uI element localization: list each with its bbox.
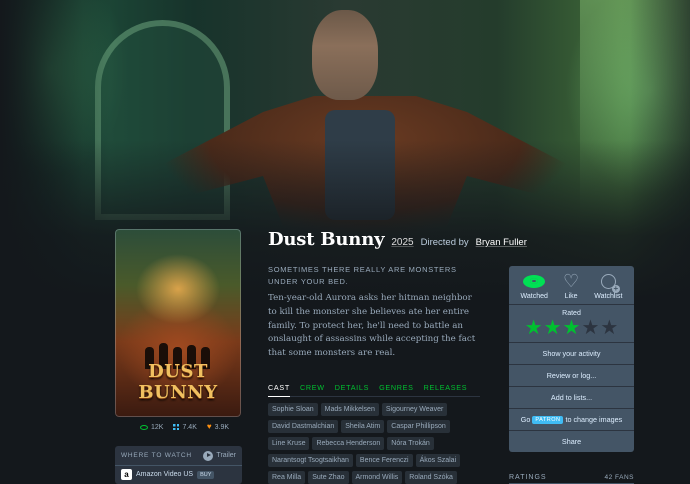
cast-member[interactable]: David Dastmalchian: [268, 420, 339, 433]
eye-icon: [140, 424, 148, 430]
cast-member[interactable]: Caspar Phillipson: [387, 420, 450, 433]
tab-crew[interactable]: CREW: [300, 383, 325, 392]
grid-icon: [173, 424, 180, 430]
ratings-heading: RATINGS: [509, 474, 547, 481]
rating-stars[interactable]: ★ ★ ★ ★ ★: [509, 317, 634, 342]
trailer-link[interactable]: Trailer: [203, 450, 236, 461]
cast-list: Sophie Sloan Mads Mikkelsen Sigourney We…: [268, 403, 483, 484]
watched-button[interactable]: Watched: [521, 272, 548, 300]
watched-stat[interactable]: 12K: [140, 423, 163, 431]
eye-icon: [523, 274, 546, 288]
tab-releases[interactable]: RELEASES: [424, 383, 468, 392]
actions-top: Watched ♡ Like Watchlist: [509, 266, 634, 304]
patron-row[interactable]: Go PATRON to change images: [509, 408, 634, 430]
cast-member[interactable]: Line Kruse: [268, 437, 310, 450]
change-images-label: to change images: [565, 415, 623, 424]
star-icon[interactable]: ★: [600, 318, 618, 338]
backdrop-image: [0, 0, 690, 300]
rating-section: Rated ★ ★ ★ ★ ★: [509, 304, 634, 342]
where-to-watch-header: WHERE TO WATCH Trailer: [115, 446, 242, 466]
star-icon[interactable]: ★: [581, 318, 599, 338]
film-title: Dust Bunny: [268, 229, 385, 250]
star-icon[interactable]: ★: [544, 318, 562, 338]
tab-cast[interactable]: CAST: [268, 383, 290, 397]
play-icon: [203, 450, 214, 461]
review-button[interactable]: Review or log...: [509, 364, 634, 386]
poster-title: DUST BUNNY: [138, 361, 218, 403]
star-icon[interactable]: ★: [525, 318, 543, 338]
amazon-icon: a: [121, 469, 132, 480]
cast-member[interactable]: Rebecca Henderson: [312, 437, 385, 450]
rated-label: Rated: [562, 310, 581, 317]
cast-member[interactable]: Rea Milla: [268, 471, 306, 484]
trailer-label: Trailer: [216, 452, 236, 459]
like-button[interactable]: ♡ Like: [563, 272, 579, 300]
go-label: Go: [520, 415, 531, 424]
clock-plus-icon: [600, 273, 620, 293]
show-activity-button[interactable]: Show your activity: [509, 342, 634, 364]
film-header: Dust Bunny 2025 Directed by Bryan Fuller: [268, 229, 527, 250]
film-stats: 12K 7.4K ♥ 3.9K: [140, 423, 229, 431]
likes-stat[interactable]: ♥ 3.9K: [207, 423, 229, 431]
add-to-lists-button[interactable]: Add to lists...: [509, 386, 634, 408]
where-to-watch-panel: WHERE TO WATCH Trailer a Amazon Video US…: [115, 446, 242, 484]
likes-count: 3.9K: [214, 423, 230, 431]
tab-details[interactable]: DETAILS: [335, 383, 369, 392]
service-name: Amazon Video US: [136, 471, 194, 478]
film-tabs: CAST CREW DETAILS GENRES RELEASES: [268, 383, 480, 397]
ratings-header: RATINGS 42 FANS: [509, 474, 634, 484]
cast-member[interactable]: Bence Ferenczi: [355, 454, 413, 467]
cast-member[interactable]: Sute Zhao: [308, 471, 349, 484]
film-synopsis: Ten-year-old Aurora asks her hitman neig…: [268, 293, 476, 359]
fans-link[interactable]: 42 FANS: [604, 474, 634, 481]
backdrop-head: [312, 10, 378, 100]
tab-genres[interactable]: GENRES: [379, 383, 414, 392]
cast-member[interactable]: Narantsogt Tsogtsaikhan: [268, 454, 353, 467]
star-icon[interactable]: ★: [563, 318, 581, 338]
lists-count: 7.4K: [182, 423, 197, 431]
service-row[interactable]: a Amazon Video US BUY: [115, 466, 242, 483]
cast-member[interactable]: Sophie Sloan: [268, 403, 318, 416]
heart-icon: ♥: [206, 422, 212, 431]
director-link[interactable]: Bryan Fuller: [476, 237, 527, 248]
watchlist-button[interactable]: Watchlist: [594, 272, 622, 300]
cast-member[interactable]: Sigourney Weaver: [381, 403, 448, 416]
cast-member[interactable]: Nóra Trokán: [387, 437, 434, 450]
film-poster[interactable]: DUST BUNNY: [115, 229, 241, 417]
directed-by-label: Directed by: [420, 237, 469, 248]
like-label: Like: [564, 293, 578, 300]
cast-member[interactable]: Ákos Szalai: [415, 454, 461, 467]
buy-badge[interactable]: BUY: [197, 470, 215, 479]
cast-member[interactable]: Mads Mikkelsen: [320, 403, 379, 416]
where-to-watch-heading: WHERE TO WATCH: [121, 452, 192, 459]
watched-count: 12K: [151, 423, 164, 431]
watchlist-label: Watchlist: [594, 293, 623, 300]
share-button[interactable]: Share: [509, 430, 634, 452]
film-tagline: SOMETIMES THERE REALLY ARE MONSTERS UNDE…: [268, 265, 457, 286]
film-year[interactable]: 2025: [391, 237, 413, 248]
cast-member[interactable]: Sheila Atim: [341, 420, 385, 433]
cast-member[interactable]: Armond Willis: [351, 471, 403, 484]
actions-panel: Watched ♡ Like Watchlist Rated ★ ★ ★ ★ ★…: [509, 266, 634, 452]
patron-badge[interactable]: PATRON: [532, 416, 564, 424]
cast-member[interactable]: Roland Szóka: [405, 471, 457, 484]
lists-stat[interactable]: 7.4K: [173, 423, 197, 431]
watched-label: Watched: [520, 293, 548, 300]
heart-outline-icon: ♡: [563, 271, 580, 291]
